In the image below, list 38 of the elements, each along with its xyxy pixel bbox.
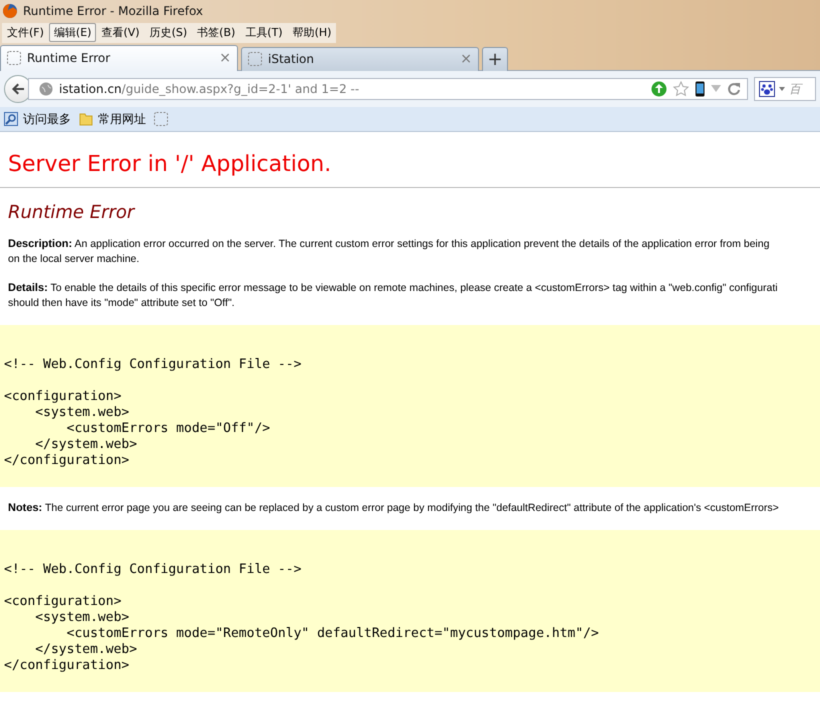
browser-tab[interactable]: iStation × [241,46,479,70]
firefox-logo-icon [2,2,18,18]
folder-icon [79,112,93,126]
tab-title: iStation [268,52,315,66]
menu-item[interactable]: 帮助(H) [288,23,336,42]
reload-icon[interactable] [727,82,741,96]
star-icon[interactable] [673,81,689,97]
address-bar[interactable]: istation.cn/guide_show.aspx?g_id=2-1' and 1=2 -- [28,78,748,100]
error-paragraph: Details: To enable the details of this specific error message to be viewable on remote machines, please create a <customErrors> tag within a "web.config" configurati should then have its "mode" attribute set to "Off". [8,281,779,311]
error-paragraph: Description: An application error occurred on the server. The current custom error settings for this application prevent the details of the application error from being on the local server machine. [8,237,770,267]
code-block: <!-- Web.Config Configuration File --> <configuration> <system.web> <customErrors mode="Off"/> </system.web> </configuration> [0,325,820,487]
browser-tab[interactable]: Runtime Error × [0,44,238,70]
error-title: Runtime Error [8,202,136,223]
search-icon [4,112,18,126]
bookmark-item[interactable]: 常用网址 [79,110,146,128]
tab-close-button[interactable]: × [219,50,231,66]
code-block: <!-- Web.Config Configuration File --> <configuration> <system.web> <customErrors mode="RemoteOnly" defaultRedirect="mycustompage.htm"/> </system.web> </configuration> [0,530,820,692]
menu-item[interactable]: 查看(V) [96,23,145,42]
menu-item[interactable]: 工具(T) [240,23,288,42]
new-tab-button[interactable]: + [482,46,508,70]
dropdown-icon[interactable] [711,85,721,93]
menu-item[interactable]: 历史(S) [144,23,192,42]
caret-icon [779,87,785,91]
page-icon [248,52,262,66]
placeholder-icon [154,112,168,126]
paw-icon [759,81,775,97]
phone-icon[interactable] [695,81,705,97]
menu-item[interactable]: 编辑(E) [48,23,96,42]
globe-icon [39,82,53,96]
bookmark-item[interactable]: 访问最多 [4,110,71,128]
page-icon [7,51,21,65]
back-arrow-icon [10,81,26,97]
tab-title: Runtime Error [27,51,112,65]
page-heading: Server Error in '/' Application. [8,152,332,177]
menu-item[interactable]: 书签(B) [192,23,240,42]
menu-item[interactable]: 文件(F) [2,23,49,42]
error-paragraph: Notes: The current error page you are seeing can be replaced by a custom error page by modifying the "defaultRedirect" attribute of the application's <customErrors> [8,501,780,516]
window-title: Runtime Error - Mozilla Firefox [23,4,204,18]
